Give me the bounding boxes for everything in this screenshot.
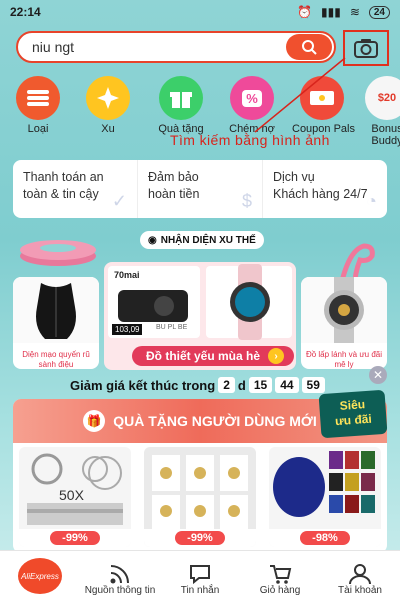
discount-badge: -99%	[50, 531, 100, 545]
list-icon	[16, 76, 60, 120]
discount-tag-icon: %	[230, 76, 274, 120]
bonus-icon: $20	[365, 76, 400, 120]
feed-icon	[110, 565, 129, 584]
nav-account[interactable]: Tài khoản	[320, 551, 400, 600]
money-icon: $	[241, 191, 252, 211]
promo-left-caption: Diện mạo quyến rũ sành điệu	[22, 350, 90, 369]
category-qua-tang[interactable]: Quà tặng	[151, 76, 211, 135]
discount-badge: -99%	[175, 531, 225, 545]
account-icon	[349, 564, 371, 585]
image-search-annotation: Tìm kiếm bằng hình ảnh	[170, 132, 330, 148]
bottom-navigation: AliExpress Nguồn thông tin Tin nhắn Giỏ …	[0, 550, 400, 600]
coin-icon	[86, 76, 130, 120]
chevron-right-icon: ›	[268, 348, 285, 364]
category-row: Loại Xu Quà tặng % Chém nợ Coupon Pals $…	[0, 76, 400, 147]
search-bar[interactable]: niu ngt	[16, 31, 336, 63]
nav-home[interactable]: AliExpress	[0, 551, 80, 600]
watch-image	[301, 277, 387, 343]
category-label: Xu	[101, 123, 115, 135]
camera-icon	[354, 39, 378, 58]
search-icon	[302, 40, 317, 55]
aliexpress-logo-icon: AliExpress	[18, 558, 62, 594]
coupon-icon	[300, 76, 344, 120]
status-bar: 22:14 ⏰ ▮▮▮ ≋ 24	[0, 0, 400, 24]
cart-icon	[270, 565, 292, 584]
info-support[interactable]: Dịch vụ Khách hàng 24/7 ◔	[263, 160, 387, 218]
product-tag: BU PL BE	[156, 324, 188, 331]
category-bonus-buddy[interactable]: $20 Bonus Buddy	[362, 76, 400, 147]
countdown-seconds: 59	[301, 377, 325, 393]
gift-item-keyrings[interactable]: 50X -99%	[19, 447, 131, 547]
super-deal-badge: Siêu ưu đãi	[318, 389, 388, 439]
nav-cart[interactable]: Giỏ hàng	[240, 551, 320, 600]
brand-label: 70mai	[114, 270, 140, 280]
status-time: 22:14	[10, 5, 41, 19]
info-payment[interactable]: Thanh toán an toàn & tin cậy ✓	[13, 160, 138, 218]
corset-image	[13, 277, 99, 343]
shield-icon: ✓	[111, 191, 127, 211]
message-icon	[190, 565, 210, 585]
countdown-hours: 15	[248, 377, 273, 393]
image-search-button[interactable]	[343, 30, 389, 66]
service-info-row: Thanh toán an toàn & tin cậy ✓ Đảm bảo h…	[13, 160, 387, 218]
nav-messages[interactable]: Tin nhắn	[160, 551, 240, 600]
trend-banner[interactable]: ◉ NHẬN DIỆN XU THẾ	[140, 231, 264, 249]
gift-icon: 🎁	[83, 410, 106, 432]
category-label: Bonus Buddy	[371, 123, 400, 147]
price-tag: 103,09	[112, 324, 143, 335]
gift-item-durags[interactable]: -98%	[269, 447, 381, 547]
signal-icon: ▮▮▮	[321, 5, 341, 19]
promo-center-card[interactable]: 70mai 103,09 BU PL BE Đồ thiết yếu mùa h…	[104, 262, 296, 370]
gift-title: QUÀ TẶNG NGƯỜI DÙNG MỚI	[113, 413, 317, 429]
category-chem-no[interactable]: % Chém nợ	[222, 76, 282, 135]
close-icon[interactable]: ✕	[369, 366, 387, 384]
eye-icon: ◉	[148, 234, 157, 246]
discount-badge: -98%	[300, 531, 350, 545]
status-icons: ⏰ ▮▮▮ ≋ 24	[297, 5, 390, 19]
sale-countdown: Giảm giá kết thúc trong 2 d 15 44 59	[70, 377, 325, 393]
promo-right-card[interactable]: Đồ lấp lánh và ưu đãi mê ly	[301, 277, 387, 369]
promo-center-button[interactable]: Đồ thiết yếu mùa hè ›	[132, 346, 295, 366]
countdown-minutes: 44	[275, 377, 299, 393]
category-xu[interactable]: Xu	[78, 76, 138, 135]
search-input[interactable]: niu ngt	[32, 39, 74, 55]
promo-left-card[interactable]: Diện mạo quyến rũ sành điệu	[13, 277, 99, 369]
battery-icon: 24	[368, 5, 390, 19]
search-button[interactable]	[286, 34, 332, 60]
info-refund[interactable]: Đảm bảo hoàn tiền $	[138, 160, 263, 218]
category-label: Loại	[27, 123, 49, 135]
countdown-days: 2	[218, 377, 235, 393]
category-loai[interactable]: Loại	[8, 76, 68, 135]
category-coupon-pals[interactable]: Coupon Pals	[292, 76, 355, 135]
quantity-label: 50X	[59, 487, 84, 503]
support-icon: ◔	[366, 191, 377, 211]
wifi-icon: ≋	[349, 5, 360, 19]
alarm-icon: ⏰	[297, 5, 312, 19]
gift-icon	[159, 76, 203, 120]
nav-feed[interactable]: Nguồn thông tin	[80, 551, 160, 600]
gift-item-earrings[interactable]: -99%	[144, 447, 256, 547]
